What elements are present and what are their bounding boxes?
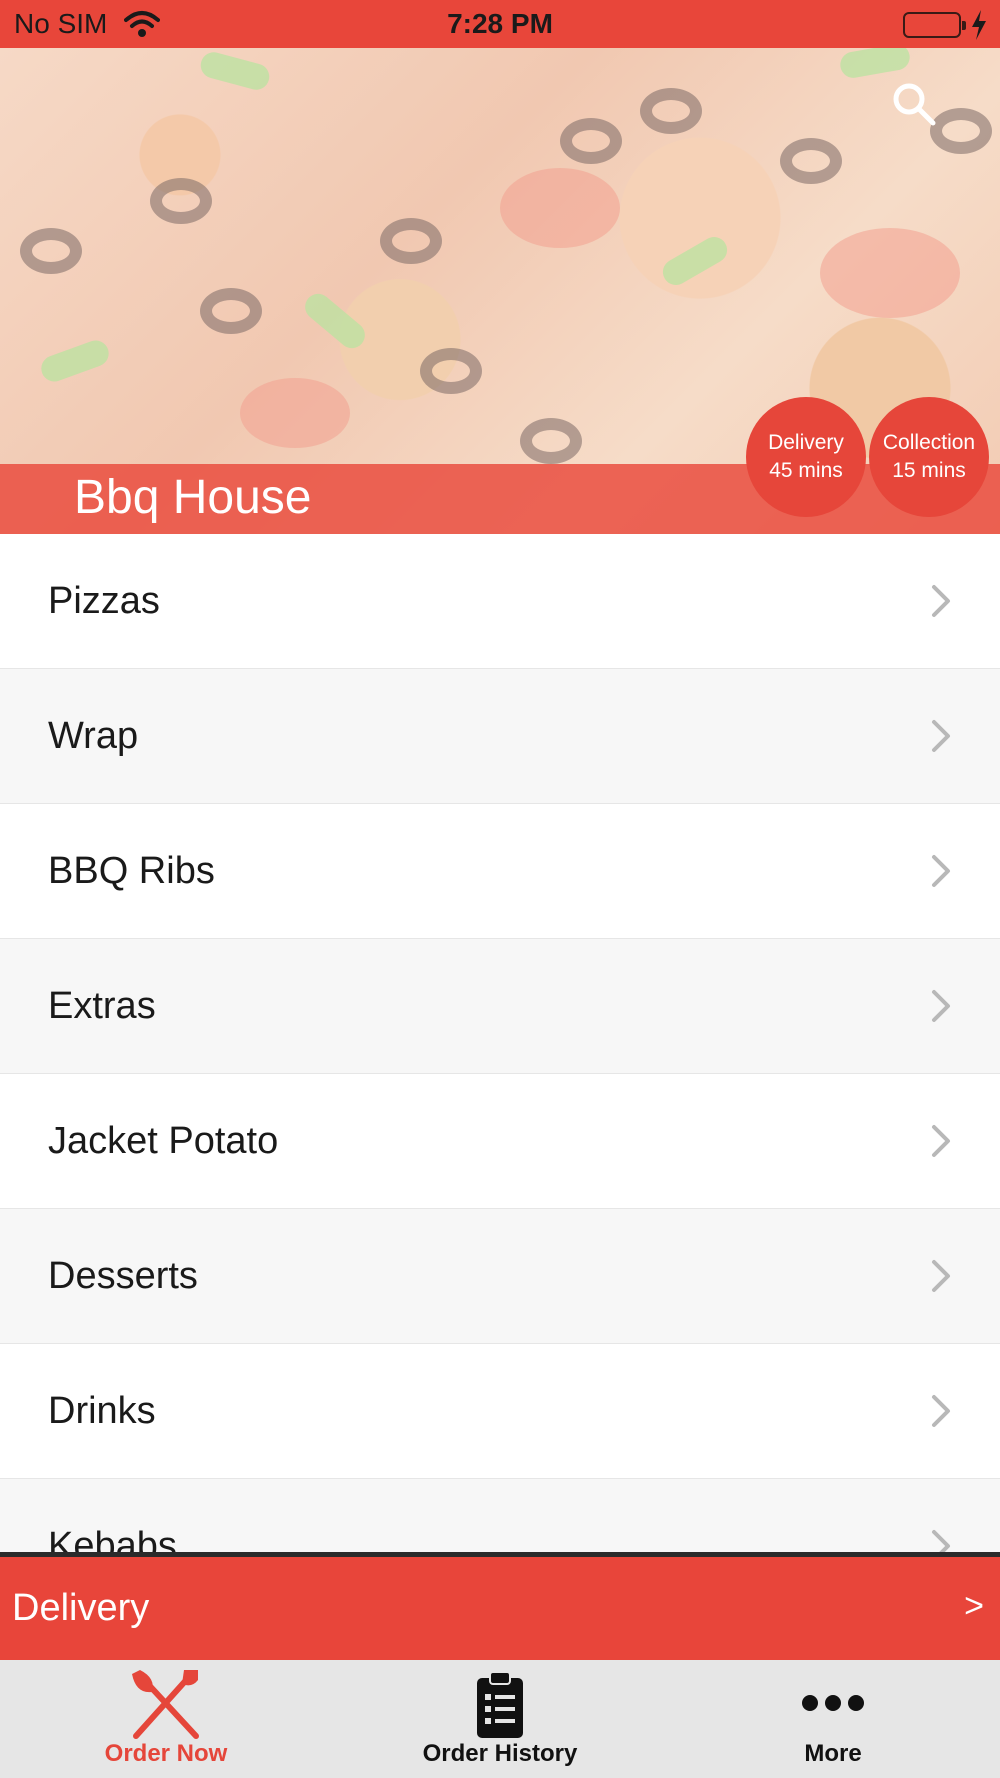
olive-decoration (20, 228, 82, 274)
chevron-right-icon (932, 720, 950, 752)
pepper-decoration (299, 288, 371, 354)
chevron-right-icon (932, 1395, 950, 1427)
tab-more[interactable]: More (713, 1660, 953, 1778)
sauce-decoration (500, 168, 620, 248)
pepper-decoration (197, 49, 273, 93)
category-item-pizzas[interactable]: Pizzas (0, 534, 1000, 669)
tab-order-history[interactable]: Order History (380, 1660, 620, 1778)
olive-decoration (200, 288, 262, 334)
chevron-right-icon (932, 585, 950, 617)
delivery-time-label: Delivery (768, 431, 844, 454)
pepper-decoration (658, 232, 732, 290)
pepper-decoration (37, 336, 113, 386)
chevron-right-icon (932, 1125, 950, 1157)
category-item-drinks[interactable]: Drinks (0, 1344, 1000, 1479)
clipboard-list-icon (477, 1671, 523, 1738)
sauce-decoration (240, 378, 350, 448)
chevron-right-icon (932, 855, 950, 887)
category-list: Pizzas Wrap BBQ Ribs Extras Jacket Potat… (0, 534, 1000, 1554)
tab-label: More (804, 1740, 862, 1767)
olive-decoration (640, 88, 702, 134)
category-label: Drinks (48, 1389, 156, 1432)
category-item-jacket-potato[interactable]: Jacket Potato (0, 1074, 1000, 1209)
pepper-decoration (838, 48, 912, 80)
chevron-right-icon (932, 1260, 950, 1292)
olive-decoration (560, 118, 622, 164)
category-label: Extras (48, 984, 156, 1027)
olive-decoration (150, 178, 212, 224)
fork-knife-icon (132, 1670, 199, 1739)
delivery-mode-label: Delivery (12, 1587, 150, 1629)
chevron-right-icon (932, 990, 950, 1022)
tab-bar: Order Now Order History More (0, 1660, 1000, 1778)
category-item-bbq-ribs[interactable]: BBQ Ribs (0, 804, 1000, 939)
battery-icon (903, 12, 966, 38)
delivery-mode-arrow: > (964, 1587, 984, 1625)
category-label: Desserts (48, 1254, 198, 1297)
more-dots-icon (802, 1695, 864, 1711)
tab-label: Order Now (104, 1740, 228, 1767)
olive-decoration (520, 418, 582, 464)
search-icon[interactable] (890, 80, 938, 128)
restaurant-name: Bbq House (74, 471, 312, 524)
category-label: Pizzas (48, 579, 160, 622)
status-time: 7:28 PM (447, 8, 553, 39)
olive-decoration (930, 108, 992, 154)
category-label: Kebabs (48, 1524, 177, 1555)
category-item-desserts[interactable]: Desserts (0, 1209, 1000, 1344)
delivery-mode-bar[interactable]: Delivery > (0, 1552, 1000, 1660)
category-label: BBQ Ribs (48, 849, 215, 892)
olive-decoration (380, 218, 442, 264)
charging-bolt-icon (972, 10, 986, 40)
collection-time-label: Collection (882, 431, 976, 454)
category-item-wrap[interactable]: Wrap (0, 669, 1000, 804)
delivery-time-value: 45 mins (769, 459, 843, 482)
tab-order-now[interactable]: Order Now (46, 1660, 286, 1778)
collection-time-badge: Collection 15 mins (869, 397, 989, 517)
category-label: Jacket Potato (48, 1119, 279, 1162)
tab-label: Order History (422, 1740, 578, 1767)
delivery-time-badge: Delivery 45 mins (746, 397, 866, 517)
category-item-kebabs[interactable]: Kebabs (0, 1479, 1000, 1554)
category-label: Wrap (48, 714, 139, 757)
olive-decoration (780, 138, 842, 184)
collection-time-value: 15 mins (892, 459, 966, 482)
olive-decoration (420, 348, 482, 394)
status-bar: No SIM 7:28 PM (0, 0, 1000, 48)
chevron-right-icon (932, 1530, 950, 1554)
category-item-extras[interactable]: Extras (0, 939, 1000, 1074)
sauce-decoration (820, 228, 960, 318)
